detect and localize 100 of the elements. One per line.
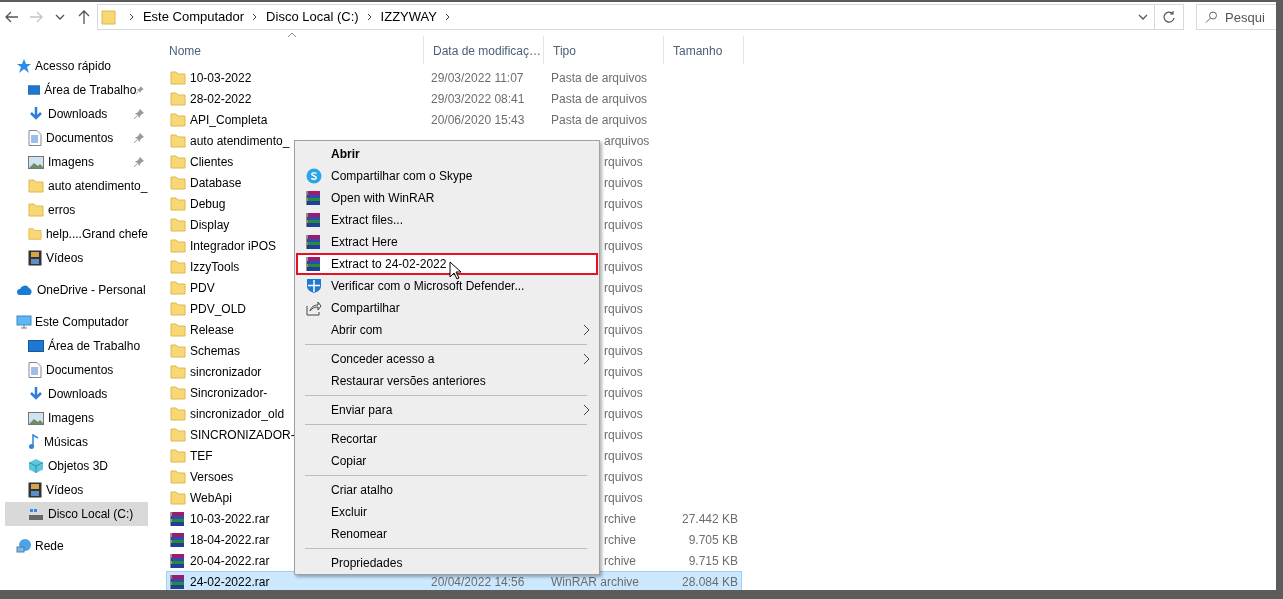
menu-item[interactable]: Compartilhar [296, 297, 598, 319]
folder-icon [170, 364, 186, 379]
file-name: 10-03-2022 [190, 69, 252, 87]
breadcrumb[interactable]: IZZYWAY [378, 7, 439, 27]
breadcrumb[interactable]: Este Computador [140, 7, 247, 27]
books-icon [306, 190, 322, 206]
file-name: Integrador iPOS [190, 237, 277, 255]
sidebar-item[interactable]: Área de Trabalho [5, 334, 148, 358]
sidebar-item[interactable]: Músicas [5, 430, 148, 454]
file-type: rquivos [604, 238, 643, 253]
books-icon [170, 531, 186, 548]
file-type: rquivos [604, 280, 643, 295]
sidebar-item[interactable]: Imagens [5, 406, 148, 430]
sidebar-item[interactable]: erros [5, 198, 148, 222]
menu-item[interactable]: Enviar para [296, 399, 598, 421]
menu-item[interactable]: Renomear [296, 523, 598, 545]
music-note-icon [28, 434, 40, 450]
download-icon [28, 386, 44, 402]
sidebar-item[interactable]: Objetos 3D [5, 454, 148, 478]
books-icon [306, 212, 322, 228]
menu-item[interactable]: Abrir com [296, 319, 598, 341]
menu-item[interactable]: Copiar [296, 450, 598, 472]
folder-icon [28, 203, 44, 217]
forward-arrow-icon [27, 9, 44, 25]
menu-item[interactable]: Abrir [296, 143, 598, 165]
address-bar[interactable]: Este Computador Disco Local (C:) IZZYWAY [96, 4, 1155, 30]
chevron-down-icon [1138, 13, 1149, 21]
menu-item[interactable]: Recortar [296, 428, 598, 450]
breadcrumb[interactable]: Disco Local (C:) [264, 7, 361, 27]
chevron-right-icon [583, 404, 590, 416]
sidebar-item[interactable]: Documentos [5, 126, 148, 150]
chevron-right-icon [128, 13, 135, 21]
sidebar-item[interactable]: Downloads [5, 382, 148, 406]
menu-item[interactable]: Extract Here [296, 231, 598, 253]
file-type: rquivos [604, 448, 643, 463]
refresh-button[interactable] [1154, 4, 1184, 30]
file-name: Clientes [190, 153, 234, 171]
file-name: auto atendimento_ [190, 132, 290, 150]
document-icon [28, 130, 42, 146]
column-header[interactable]: Tipo [544, 36, 664, 64]
menu-item[interactable]: Excluir [296, 501, 598, 523]
file-name: 24-02-2022.rar [190, 573, 270, 590]
sidebar-section[interactable]: Rede [0, 534, 150, 558]
folder-icon [170, 385, 186, 400]
sidebar-item[interactable]: Vídeos [5, 246, 148, 270]
menu-item[interactable]: Criar atalho [296, 479, 598, 501]
sidebar-item[interactable]: Documentos [5, 358, 148, 382]
menu-item[interactable]: Conceder acesso a [296, 348, 598, 370]
menu-item[interactable]: Restaurar versões anteriores [296, 370, 598, 392]
file-type: Pasta de arquivos [551, 112, 648, 127]
file-name: PDV [190, 279, 215, 297]
file-type: rquivos [604, 343, 643, 358]
file-type: Pasta de arquivos [551, 91, 648, 106]
desktop-icon [28, 83, 41, 97]
file-type: Pasta de arquivos [551, 70, 648, 85]
sidebar-item[interactable]: Vídeos [5, 478, 148, 502]
search-field[interactable]: Pesqui [1196, 4, 1276, 30]
file-name: API_Completa [190, 111, 268, 129]
folder-icon [170, 196, 186, 211]
menu-item[interactable]: Propriedades [296, 552, 598, 574]
back-arrow-icon [4, 9, 20, 25]
file-name: Database [190, 174, 242, 192]
sidebar-item[interactable]: auto atendimento_ [5, 174, 148, 198]
file-size: 28.084 KB [681, 574, 738, 589]
menu-item[interactable]: Verificar com o Microsoft Defender... [296, 275, 598, 297]
sidebar-item[interactable]: help....Grand chefe [5, 222, 148, 246]
column-header[interactable]: Tamanho [664, 36, 744, 64]
folder-icon [28, 227, 42, 241]
folder-icon [170, 280, 186, 295]
folder-icon [170, 70, 186, 85]
sidebar-section[interactable]: Este Computador [0, 310, 150, 334]
shield-icon [306, 278, 322, 294]
file-type: rquivos [604, 364, 643, 379]
file-type: rquivos [604, 175, 643, 190]
column-header[interactable]: Nome [160, 36, 424, 64]
books-icon [170, 510, 186, 527]
image-icon [28, 155, 44, 169]
menu-item[interactable]: Compartilhar com o Skype [296, 165, 598, 187]
sidebar-section[interactable]: Acesso rápido [0, 54, 150, 78]
file-name: Schemas [190, 342, 241, 360]
sidebar-section[interactable]: OneDrive - Personal [0, 278, 150, 302]
file-name: WebApi [190, 489, 232, 507]
column-header[interactable]: Data de modificaç… [424, 36, 544, 64]
sidebar-item[interactable]: Área de Trabalho [5, 78, 148, 102]
file-name: Debug [190, 195, 226, 213]
books-icon [306, 256, 322, 272]
menu-item[interactable]: Extract files... [296, 209, 598, 231]
menu-item[interactable]: Extract to 24-02-2022 [296, 253, 598, 275]
folder-icon [170, 217, 186, 232]
menu-item[interactable]: Open with WinRAR [296, 187, 598, 209]
sidebar-item[interactable]: Disco Local (C:) [5, 502, 148, 526]
file-type: rchive [604, 511, 636, 526]
sidebar-item[interactable]: Downloads [5, 102, 148, 126]
desktop-icon [28, 339, 44, 353]
folder-icon [100, 9, 117, 25]
file-type: rchive [604, 532, 636, 547]
chevron-right-icon [583, 324, 590, 336]
folder-icon [170, 301, 186, 316]
sidebar-item[interactable]: Imagens [5, 150, 148, 174]
file-type: rquivos [604, 469, 643, 484]
